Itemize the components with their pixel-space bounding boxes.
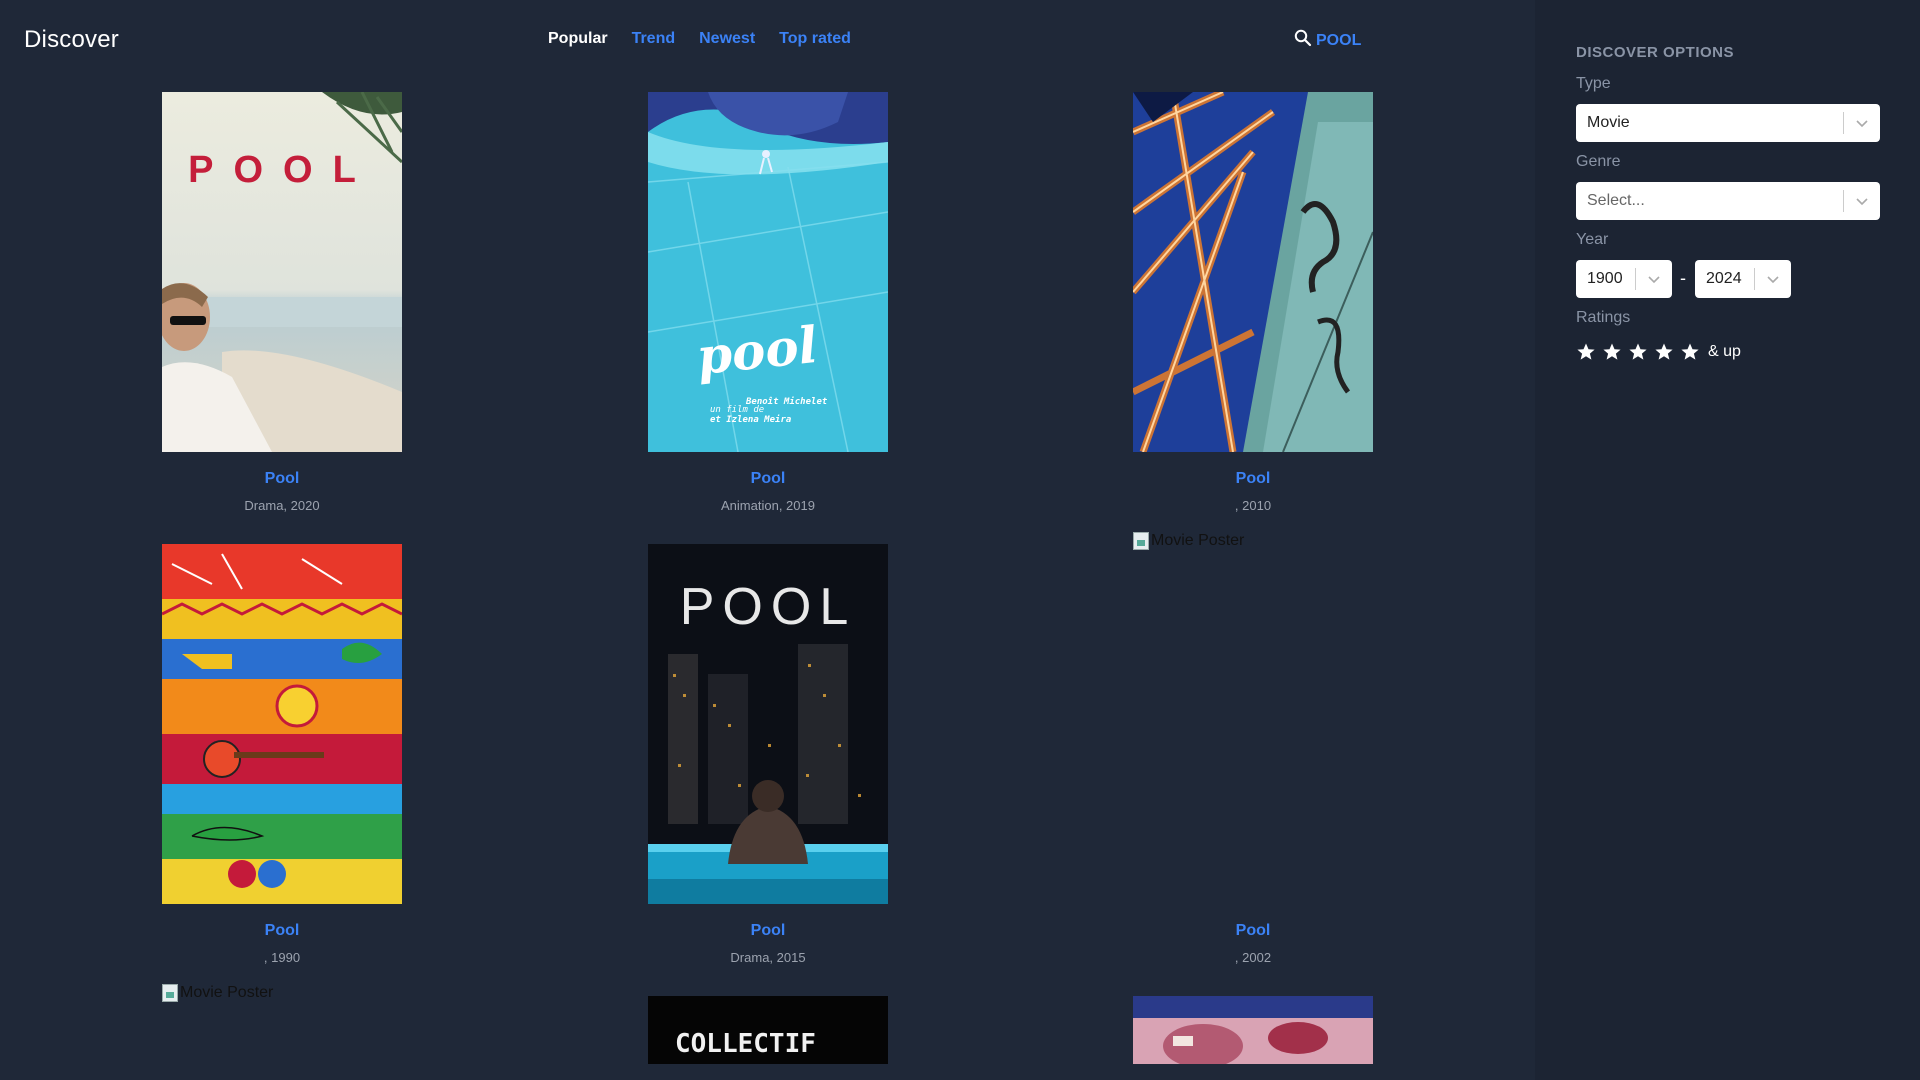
poster-alt-text: Movie Poster	[180, 984, 274, 1001]
svg-text:POOL: POOL	[680, 578, 857, 636]
movie-poster[interactable]	[1133, 996, 1373, 1064]
movie-meta: Drama, 2015	[730, 950, 806, 965]
tab-top-rated[interactable]: Top rated	[779, 30, 851, 48]
type-select[interactable]: Movie	[1576, 104, 1880, 142]
type-label: Type	[1576, 75, 1611, 92]
movie-meta: , 1990	[263, 950, 301, 965]
year-range-separator: -	[1680, 268, 1686, 288]
movie-poster[interactable]: COLLECTIF	[648, 996, 888, 1064]
broken-image-icon	[1133, 532, 1149, 550]
page-title: Discover	[24, 26, 119, 53]
movie-title[interactable]: Pool	[1133, 922, 1373, 940]
movie-poster[interactable]: Movie Poster	[162, 984, 273, 1002]
ratings-suffix: & up	[1708, 343, 1741, 360]
search-query: POOL	[1316, 31, 1362, 49]
options-title: DISCOVER OPTIONS	[1576, 44, 1735, 61]
year-from-value: 1900	[1587, 270, 1623, 287]
genre-placeholder: Select...	[1587, 192, 1645, 209]
movie-meta: , 2010	[1234, 498, 1272, 513]
svg-text:POOL: POOL	[188, 149, 376, 191]
year-to-value: 2024	[1706, 270, 1742, 287]
type-value: Movie	[1587, 114, 1630, 131]
tab-trend[interactable]: Trend	[632, 30, 676, 48]
tab-newest[interactable]: Newest	[699, 30, 755, 48]
star-icon[interactable]	[1602, 342, 1622, 362]
movie-poster[interactable]	[162, 544, 402, 904]
star-icon[interactable]	[1628, 342, 1648, 362]
movie-meta: Animation, 2019	[721, 498, 815, 513]
year-from-select[interactable]: 1900	[1576, 260, 1672, 298]
movie-meta: , 2002	[1234, 950, 1272, 965]
star-icon[interactable]	[1654, 342, 1674, 362]
svg-text:et Izlena Meira: et Izlena Meira	[710, 414, 792, 425]
ratings-label: Ratings	[1576, 309, 1631, 326]
genre-select[interactable]: Select...	[1576, 182, 1880, 220]
star-icon[interactable]	[1680, 342, 1700, 362]
results-panel: Discover Popular Trend Newest Top rated …	[0, 0, 1535, 1080]
chevron-down-icon[interactable]	[1844, 118, 1880, 128]
svg-text:Benoît Michelet: Benoît Michelet	[745, 396, 828, 407]
poster-alt-text: Movie Poster	[1151, 532, 1245, 549]
movie-title[interactable]: Pool	[648, 470, 888, 488]
search-icon	[1294, 29, 1312, 52]
star-icon[interactable]	[1576, 342, 1596, 362]
movie-poster[interactable]: POOL	[648, 544, 888, 904]
sort-tabs: Popular Trend Newest Top rated	[548, 30, 851, 48]
movie-title[interactable]: Pool	[648, 922, 888, 940]
year-label: Year	[1576, 231, 1609, 248]
chevron-down-icon[interactable]	[1755, 274, 1791, 284]
svg-text:pool: pool	[694, 315, 820, 386]
movie-poster[interactable]	[1133, 92, 1373, 452]
tab-popular[interactable]: Popular	[548, 30, 608, 48]
movie-poster[interactable]: pool un film de Benoît Michelet et Izlen…	[648, 92, 888, 452]
movie-poster[interactable]: Movie Poster	[1133, 532, 1244, 550]
genre-label: Genre	[1576, 153, 1621, 170]
movie-title[interactable]: Pool	[162, 922, 402, 940]
chevron-down-icon[interactable]	[1844, 196, 1880, 206]
rating-filter[interactable]: & up	[1576, 342, 1741, 362]
movie-meta: Drama, 2020	[244, 498, 320, 513]
movie-poster[interactable]: POOL	[162, 92, 402, 452]
chevron-down-icon[interactable]	[1636, 274, 1672, 284]
movie-title[interactable]: Pool	[1133, 470, 1373, 488]
year-to-select[interactable]: 2024	[1695, 260, 1791, 298]
broken-image-icon	[162, 984, 178, 1002]
poster-text: COLLECTIF	[675, 1029, 816, 1059]
movie-title[interactable]: Pool	[162, 470, 402, 488]
search-link[interactable]: POOL	[1294, 29, 1361, 52]
